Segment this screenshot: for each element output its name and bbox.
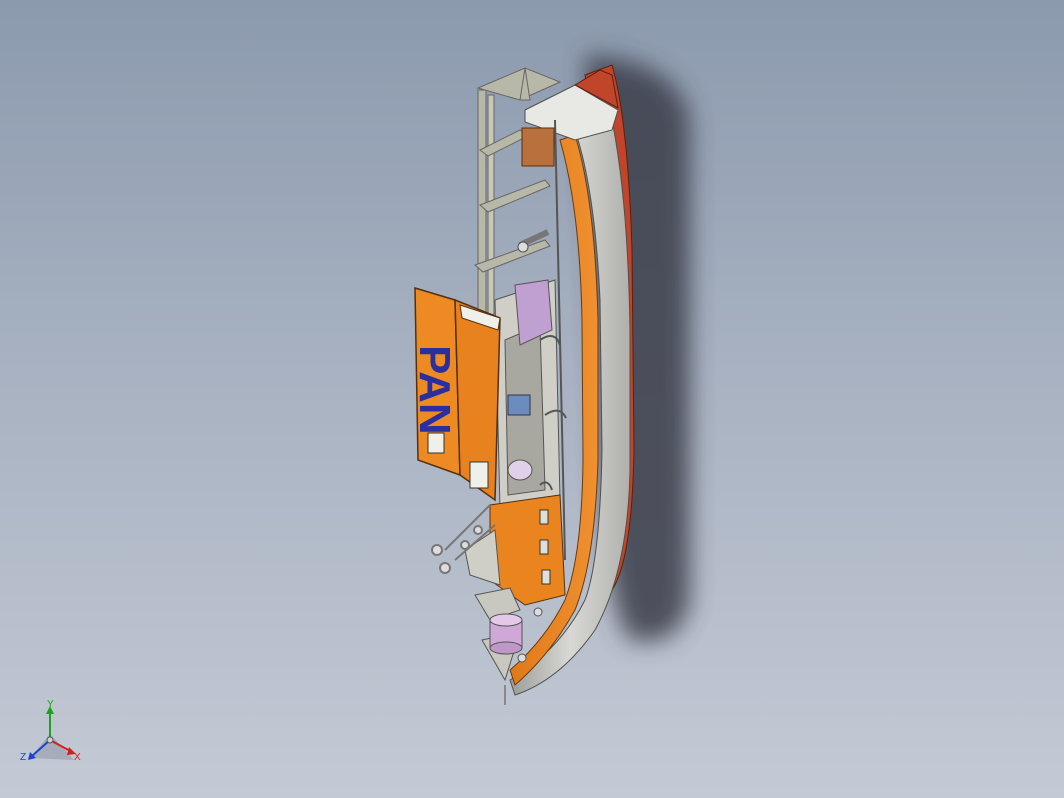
orientation-triad[interactable]: Y X Z <box>18 700 88 770</box>
triad-x-label: X <box>74 752 81 763</box>
hull-panel-lettered: PAN <box>410 286 501 502</box>
superstructure <box>494 279 567 511</box>
stern-section <box>464 494 566 606</box>
triad-y-label: Y <box>47 700 54 710</box>
graphics-viewport[interactable]: PAN Y X Z <box>0 0 1064 798</box>
hatch-panel <box>521 127 555 167</box>
hull-lettering: PAN <box>410 345 459 435</box>
boat-model[interactable]: PAN <box>0 0 1064 798</box>
engine-cylinder <box>489 613 523 655</box>
triad-z-label: Z <box>20 752 26 763</box>
